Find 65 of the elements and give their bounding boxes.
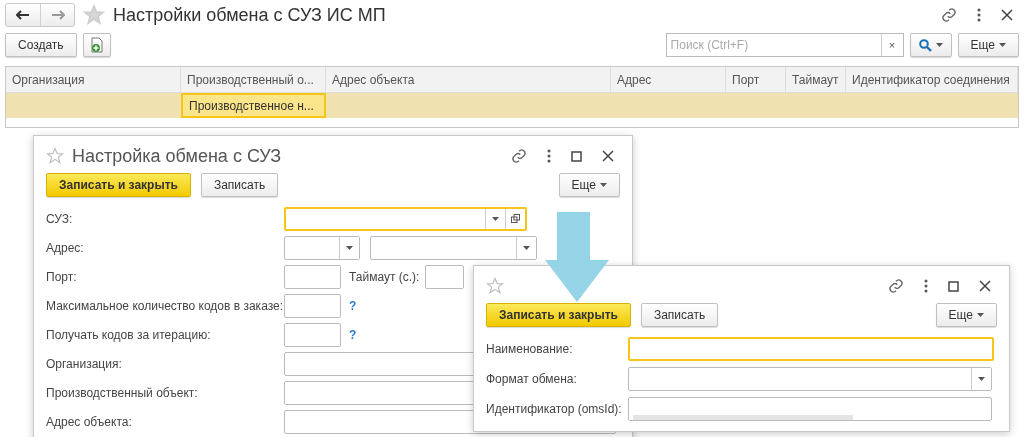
dropdown-button[interactable]	[339, 236, 359, 259]
forward-arrow-icon	[50, 10, 65, 20]
table-cell: Производственное н...	[181, 93, 326, 118]
field-label: Производственный объект:	[46, 385, 199, 400]
window-title: Настройки обмена с СУЗ ИС МП	[113, 4, 387, 26]
star-icon[interactable]	[486, 277, 504, 295]
dialog-title: Настройка обмена с СУЗ	[72, 145, 283, 167]
caret-icon	[978, 377, 985, 381]
field-label: Идентификатор (omsId):	[486, 402, 623, 416]
input-field[interactable]	[284, 264, 341, 289]
field-label: Формат обмена:	[486, 372, 578, 386]
field-label: Адрес:	[46, 240, 85, 255]
field-label: Таймаут (с.):	[349, 269, 420, 284]
select-field[interactable]	[284, 235, 360, 260]
input-field[interactable]	[425, 264, 465, 289]
help-mark[interactable]: ?	[349, 298, 357, 313]
caret-icon	[523, 245, 530, 250]
table-row[interactable]: Производственное н...	[6, 93, 1018, 118]
more-button[interactable]: Еще	[957, 33, 1019, 57]
search-field[interactable]: Поиск (Ctrl+F) ×	[665, 33, 904, 57]
caret-icon	[492, 216, 499, 221]
back-arrow-icon	[16, 10, 30, 20]
more-button[interactable]: Еще	[935, 303, 997, 327]
star-icon[interactable]	[46, 147, 64, 165]
star-icon[interactable]	[83, 4, 105, 26]
open-icon	[511, 214, 520, 223]
help-mark[interactable]: ?	[349, 327, 357, 342]
caret-icon	[977, 313, 984, 317]
caret-icon	[999, 43, 1006, 47]
column-header[interactable]: Идентификатор соединения	[846, 67, 1018, 92]
column-header[interactable]: Порт	[726, 67, 786, 92]
field-label: Наименование:	[486, 342, 574, 356]
select-field[interactable]	[628, 367, 992, 391]
search-button[interactable]	[909, 33, 952, 57]
add-document-button[interactable]	[82, 33, 111, 57]
more-button[interactable]: Еще	[558, 173, 620, 197]
chooser-field[interactable]	[284, 206, 527, 231]
search-icon	[918, 38, 932, 52]
save-and-close-button[interactable]: Записать и закрыть	[486, 303, 631, 327]
caret-icon	[935, 43, 943, 47]
dropdown-button[interactable]	[971, 368, 991, 390]
save-button[interactable]: Записать	[200, 173, 279, 197]
caret-icon	[600, 183, 607, 187]
caret-icon	[346, 245, 353, 250]
field-label: Адрес объекта:	[46, 414, 133, 429]
column-header[interactable]: Таймаут	[786, 67, 846, 92]
field-label: Получать кодов за итерацию:	[46, 327, 212, 342]
field-label: Организация:	[46, 356, 123, 371]
input-field[interactable]	[628, 397, 992, 421]
save-button[interactable]: Записать	[640, 303, 719, 327]
input-field[interactable]	[284, 322, 341, 347]
create-button[interactable]: Создать	[5, 33, 77, 57]
dropdown-button[interactable]	[516, 236, 536, 259]
add-document-icon	[89, 37, 104, 53]
column-header[interactable]: Производственный о...	[181, 67, 326, 92]
input-field[interactable]	[628, 337, 994, 361]
field-label: СУЗ:	[46, 211, 74, 226]
field-label: Максимальное количество кодов в заказе:	[46, 298, 284, 313]
column-header[interactable]: Адрес	[611, 67, 726, 92]
column-header[interactable]: Организация	[6, 67, 181, 92]
input-field[interactable]	[284, 293, 341, 318]
select-field[interactable]	[370, 235, 537, 260]
column-header[interactable]: Адрес объекта	[326, 67, 611, 92]
field-label: Порт:	[46, 269, 78, 284]
save-and-close-button[interactable]: Записать и закрыть	[46, 173, 191, 197]
